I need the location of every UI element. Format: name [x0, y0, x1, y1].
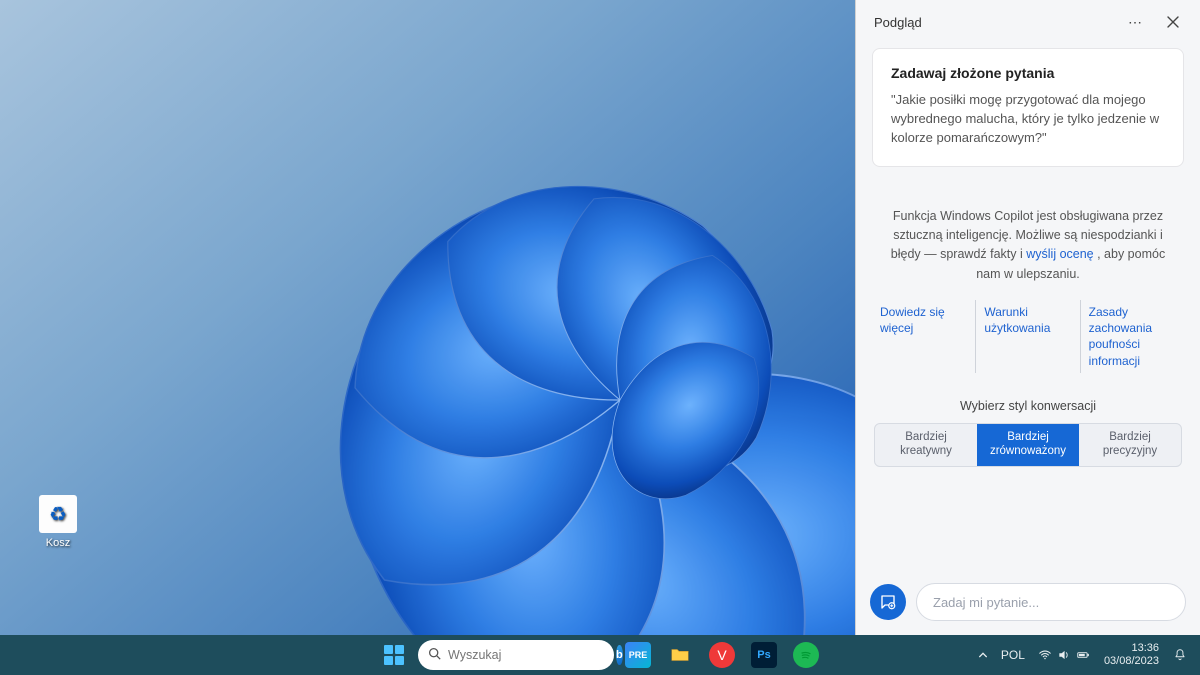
taskbar-search[interactable]: b — [418, 640, 614, 670]
spotify-taskbar-button[interactable] — [788, 637, 824, 673]
spotify-icon — [793, 642, 819, 668]
learn-more-link[interactable]: Dowiedz się więcej — [872, 300, 975, 373]
copilot-icon: PRE — [625, 642, 651, 668]
bell-icon — [1173, 648, 1187, 662]
conversation-style-label: Wybierz styl konwersacji — [872, 399, 1184, 413]
folder-icon — [667, 642, 693, 668]
windows-icon — [384, 645, 404, 665]
ask-input[interactable] — [916, 583, 1186, 621]
search-icon — [428, 647, 441, 663]
recycle-bin-label: Kosz — [28, 537, 88, 549]
taskbar-search-input[interactable] — [448, 648, 609, 662]
explorer-taskbar-button[interactable] — [662, 637, 698, 673]
terms-link[interactable]: Warunki użytkowania — [975, 300, 1079, 373]
chat-icon — [879, 593, 897, 611]
copilot-header: Podgląd ⋯ — [856, 0, 1200, 44]
footer-links: Dowiedz się więcej Warunki użytkowania Z… — [872, 300, 1184, 373]
copilot-taskbar-button[interactable]: PRE — [620, 637, 656, 673]
taskbar: b PRE V Ps POL 13:36 03/08/2023 — [0, 635, 1200, 675]
clock-time: 13:36 — [1104, 642, 1159, 655]
battery-icon — [1076, 648, 1090, 662]
style-precise-button[interactable]: Bardziejprecyzyjny — [1079, 424, 1181, 467]
feedback-link[interactable]: wyślij ocenę — [1026, 247, 1093, 261]
recycle-bin-icon[interactable]: ♻ Kosz — [28, 495, 88, 549]
recycle-bin-glyph: ♻ — [39, 495, 77, 533]
new-topic-button[interactable] — [870, 584, 906, 620]
more-options-button[interactable]: ⋯ — [1120, 7, 1150, 37]
copilot-panel: Podgląd ⋯ Zadawaj złożone pytania "Jakie… — [855, 0, 1200, 635]
tray-overflow-button[interactable] — [973, 637, 993, 673]
taskbar-tray: POL 13:36 03/08/2023 — [973, 635, 1200, 675]
style-creative-button[interactable]: Bardziejkreatywny — [875, 424, 977, 467]
clock-date: 03/08/2023 — [1104, 655, 1159, 668]
chevron-up-icon — [978, 650, 988, 660]
vivaldi-taskbar-button[interactable]: V — [704, 637, 740, 673]
copilot-input-row — [856, 573, 1200, 635]
clock-tray[interactable]: 13:36 03/08/2023 — [1098, 637, 1165, 673]
suggestion-heading: Zadawaj złożone pytania — [891, 65, 1165, 81]
suggestion-card[interactable]: Zadawaj złożone pytania "Jakie posiłki m… — [872, 48, 1184, 167]
conversation-style-selector: Bardziejkreatywny Bardziejzrównoważony B… — [874, 423, 1182, 468]
photoshop-icon: Ps — [751, 642, 777, 668]
privacy-link[interactable]: Zasady zachowania poufności informacji — [1080, 300, 1184, 373]
network-volume-tray[interactable] — [1033, 637, 1095, 673]
copilot-title: Podgląd — [874, 15, 1112, 30]
style-balanced-button[interactable]: Bardziejzrównoważony — [977, 424, 1079, 467]
volume-icon — [1057, 648, 1071, 662]
close-icon — [1167, 16, 1179, 28]
close-button[interactable] — [1158, 7, 1188, 37]
taskbar-center: b PRE V Ps — [376, 635, 824, 675]
copilot-body: Zadawaj złożone pytania "Jakie posiłki m… — [856, 44, 1200, 573]
vivaldi-icon: V — [709, 642, 735, 668]
suggestion-example: "Jakie posiłki mogę przygotować dla moje… — [891, 91, 1165, 148]
start-button[interactable] — [376, 637, 412, 673]
disclaimer-text: Funkcja Windows Copilot jest obsługiwana… — [872, 207, 1184, 285]
language-indicator[interactable]: POL — [996, 637, 1030, 673]
wifi-icon — [1038, 648, 1052, 662]
photoshop-taskbar-button[interactable]: Ps — [746, 637, 782, 673]
notifications-button[interactable] — [1168, 637, 1192, 673]
